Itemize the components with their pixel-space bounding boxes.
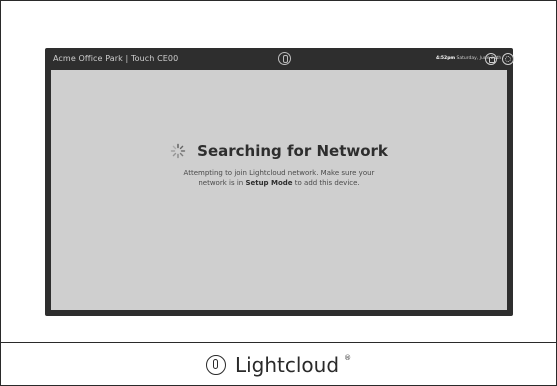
status-message: Attempting to join Lightcloud network. M… (51, 168, 507, 188)
lightcloud-logo-icon (205, 354, 226, 375)
brand-footer: Lightcloud ® (1, 345, 556, 383)
status-heading-row: Searching for Network (170, 140, 388, 160)
frame: Acme Office Park | Touch CE00 4:52pm Sat… (0, 0, 557, 386)
registered-mark: ® (344, 354, 352, 362)
time-label: 4:52pm (436, 56, 456, 61)
message-prefix: network is in (198, 178, 244, 187)
gear-icon[interactable] (502, 53, 514, 65)
message-line-1: Attempting to join Lightcloud network. M… (183, 168, 375, 177)
location-title: Acme Office Park | Touch CE00 (53, 54, 179, 63)
status-panel: Searching for Network Attempting to join… (51, 140, 507, 188)
message-suffix: to add this device. (294, 178, 360, 187)
main-screen: Searching for Network Attempting to join… (51, 70, 507, 310)
setup-mode-label: Setup Mode (245, 178, 293, 187)
message-line-2: network is in Setup Mode to add this dev… (51, 178, 507, 188)
status-heading: Searching for Network (197, 141, 388, 160)
brand-name: Lightcloud (234, 352, 340, 377)
loading-spinner-icon (170, 143, 186, 158)
lightcloud-logo-icon (278, 52, 291, 65)
screen-icon[interactable] (485, 53, 497, 65)
device-screen-frame: Acme Office Park | Touch CE00 4:52pm Sat… (45, 48, 514, 316)
footer-divider (1, 342, 556, 343)
top-bar: Acme Office Park | Touch CE00 4:52pm Sat… (45, 48, 514, 70)
